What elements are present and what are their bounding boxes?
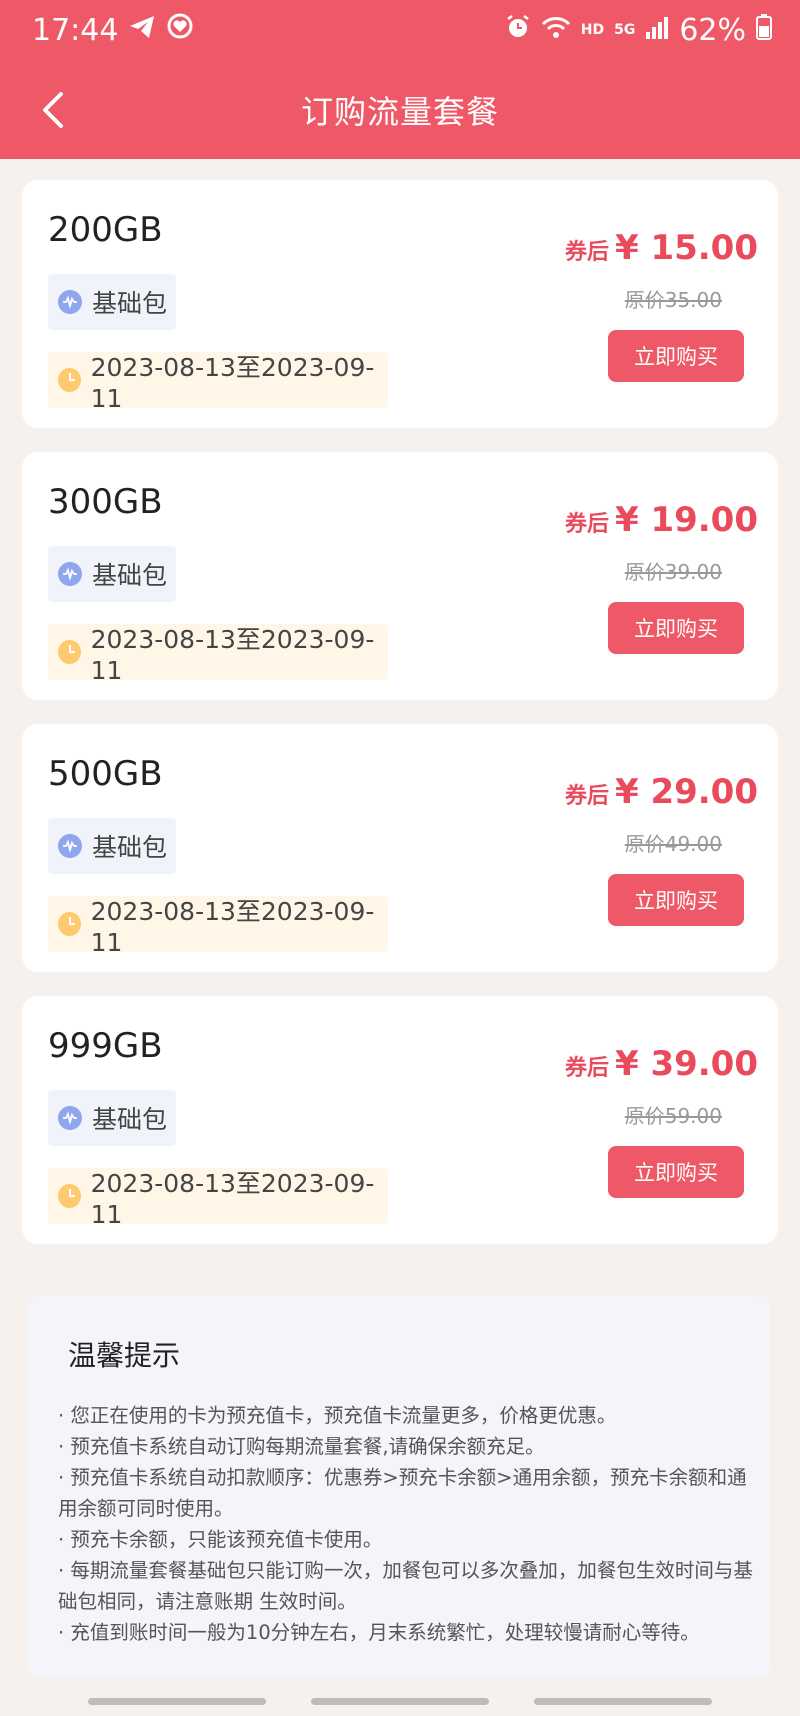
tip-item: 预充值卡系统自动扣款顺序：优惠券>预充卡余额>通用余额，预充卡余额和通用余额可同…: [58, 1462, 758, 1524]
package-tag: 基础包: [48, 818, 176, 874]
wave-icon: [58, 834, 82, 858]
price-amount: ¥ 39.00: [614, 1044, 758, 1084]
wave-icon: [58, 1106, 82, 1130]
nav-bar: 订购流量套餐: [0, 60, 800, 159]
package-name: 500GB: [48, 754, 163, 794]
wave-icon: [58, 290, 82, 314]
buy-button[interactable]: 立即购买: [608, 330, 744, 382]
heart-icon: [166, 12, 194, 48]
package-price: 券后 ¥ 29.00: [565, 772, 758, 812]
telegram-icon: [128, 13, 156, 48]
package-period-label: 2023-08-13至2023-09-11: [90, 1168, 375, 1229]
package-period: 2023-08-13至2023-09-11: [48, 352, 388, 413]
package-card: 999GB 基础包 2023-08-13至2023-09-11 券后 ¥ 39.…: [22, 996, 778, 1244]
buy-button[interactable]: 立即购买: [608, 602, 744, 654]
package-period: 2023-08-13至2023-09-11: [48, 624, 388, 685]
package-name: 200GB: [48, 210, 163, 250]
package-tag-label: 基础包: [92, 833, 168, 862]
clock-icon: [58, 1184, 81, 1208]
package-tag-label: 基础包: [92, 289, 168, 318]
clock-icon: [58, 640, 81, 664]
package-period: 2023-08-13至2023-09-11: [48, 1168, 388, 1229]
package-tag-label: 基础包: [92, 561, 168, 590]
tip-item: 您正在使用的卡为预充值卡，预充值卡流量更多，价格更优惠。: [58, 1400, 758, 1431]
tip-item: 充值到账时间一般为10分钟左右，月末系统繁忙，处理较慢请耐心等待。: [58, 1617, 758, 1648]
package-card: 500GB 基础包 2023-08-13至2023-09-11 券后 ¥ 29.…: [22, 724, 778, 972]
wifi-icon: [541, 13, 571, 48]
package-tag: 基础包: [48, 274, 176, 330]
package-price: 券后 ¥ 15.00: [565, 228, 758, 268]
clock-icon: [58, 912, 81, 936]
buy-button[interactable]: 立即购买: [608, 874, 744, 926]
price-prefix: 券后: [564, 240, 609, 265]
package-tag: 基础包: [48, 546, 176, 602]
gesture-handle[interactable]: [311, 1698, 489, 1705]
gesture-nav-bar: [0, 1688, 800, 1716]
signal-icon: [645, 13, 669, 48]
page-title: 订购流量套餐: [300, 92, 499, 131]
package-tag-label: 基础包: [92, 1105, 168, 1134]
original-price: 原价59.00: [624, 1104, 722, 1128]
status-time: 17:44: [32, 12, 119, 48]
package-period: 2023-08-13至2023-09-11: [48, 896, 388, 957]
gesture-handle[interactable]: [88, 1698, 266, 1705]
price-prefix: 券后: [564, 512, 609, 537]
package-period-label: 2023-08-13至2023-09-11: [90, 352, 375, 413]
package-tag: 基础包: [48, 1090, 176, 1146]
network-label: HD: [580, 22, 605, 38]
status-bar: 17:44 HD 5G 62%: [0, 0, 800, 60]
chevron-left-icon: [43, 92, 63, 128]
original-price: 原价49.00: [624, 832, 722, 856]
price-amount: ¥ 15.00: [614, 228, 758, 268]
package-price: 券后 ¥ 39.00: [565, 1044, 758, 1084]
package-card: 200GB 基础包 2023-08-13至2023-09-11 券后 ¥ 15.…: [22, 180, 778, 428]
wave-icon: [58, 562, 82, 586]
original-price: 原价35.00: [624, 288, 722, 312]
alarm-icon: [505, 13, 531, 48]
tips-list: 您正在使用的卡为预充值卡，预充值卡流量更多，价格更优惠。 预充值卡系统自动订购每…: [58, 1400, 758, 1648]
original-price: 原价39.00: [624, 560, 722, 584]
package-name: 999GB: [48, 1026, 163, 1066]
back-button[interactable]: [24, 80, 84, 140]
tip-item: 预充值卡系统自动订购每期流量套餐,请确保余额充足。: [58, 1431, 758, 1462]
battery-icon: [756, 13, 772, 48]
gesture-handle[interactable]: [534, 1698, 712, 1705]
price-amount: ¥ 29.00: [614, 772, 758, 812]
clock-icon: [58, 368, 81, 392]
battery-level: 62%: [679, 12, 746, 48]
tip-item: 预充卡余额，只能该预充值卡使用。: [58, 1524, 758, 1555]
tips-title: 温馨提示: [68, 1339, 181, 1372]
tip-item: 每期流量套餐基础包只能订购一次，加餐包可以多次叠加，加餐包生效时间与基础包相同，…: [58, 1555, 758, 1617]
tips-panel: 温馨提示 您正在使用的卡为预充值卡，预充值卡流量更多，价格更优惠。 预充值卡系统…: [28, 1296, 770, 1678]
signal-label: 5G: [614, 22, 636, 38]
package-period-label: 2023-08-13至2023-09-11: [90, 896, 375, 957]
buy-button[interactable]: 立即购买: [608, 1146, 744, 1198]
price-prefix: 券后: [564, 1056, 609, 1081]
package-card: 300GB 基础包 2023-08-13至2023-09-11 券后 ¥ 19.…: [22, 452, 778, 700]
package-period-label: 2023-08-13至2023-09-11: [90, 624, 375, 685]
app-header: 17:44 HD 5G 62% 订购流量套餐: [0, 0, 800, 159]
price-prefix: 券后: [564, 784, 609, 809]
package-name: 300GB: [48, 482, 163, 522]
package-price: 券后 ¥ 19.00: [565, 500, 758, 540]
price-amount: ¥ 19.00: [614, 500, 758, 540]
